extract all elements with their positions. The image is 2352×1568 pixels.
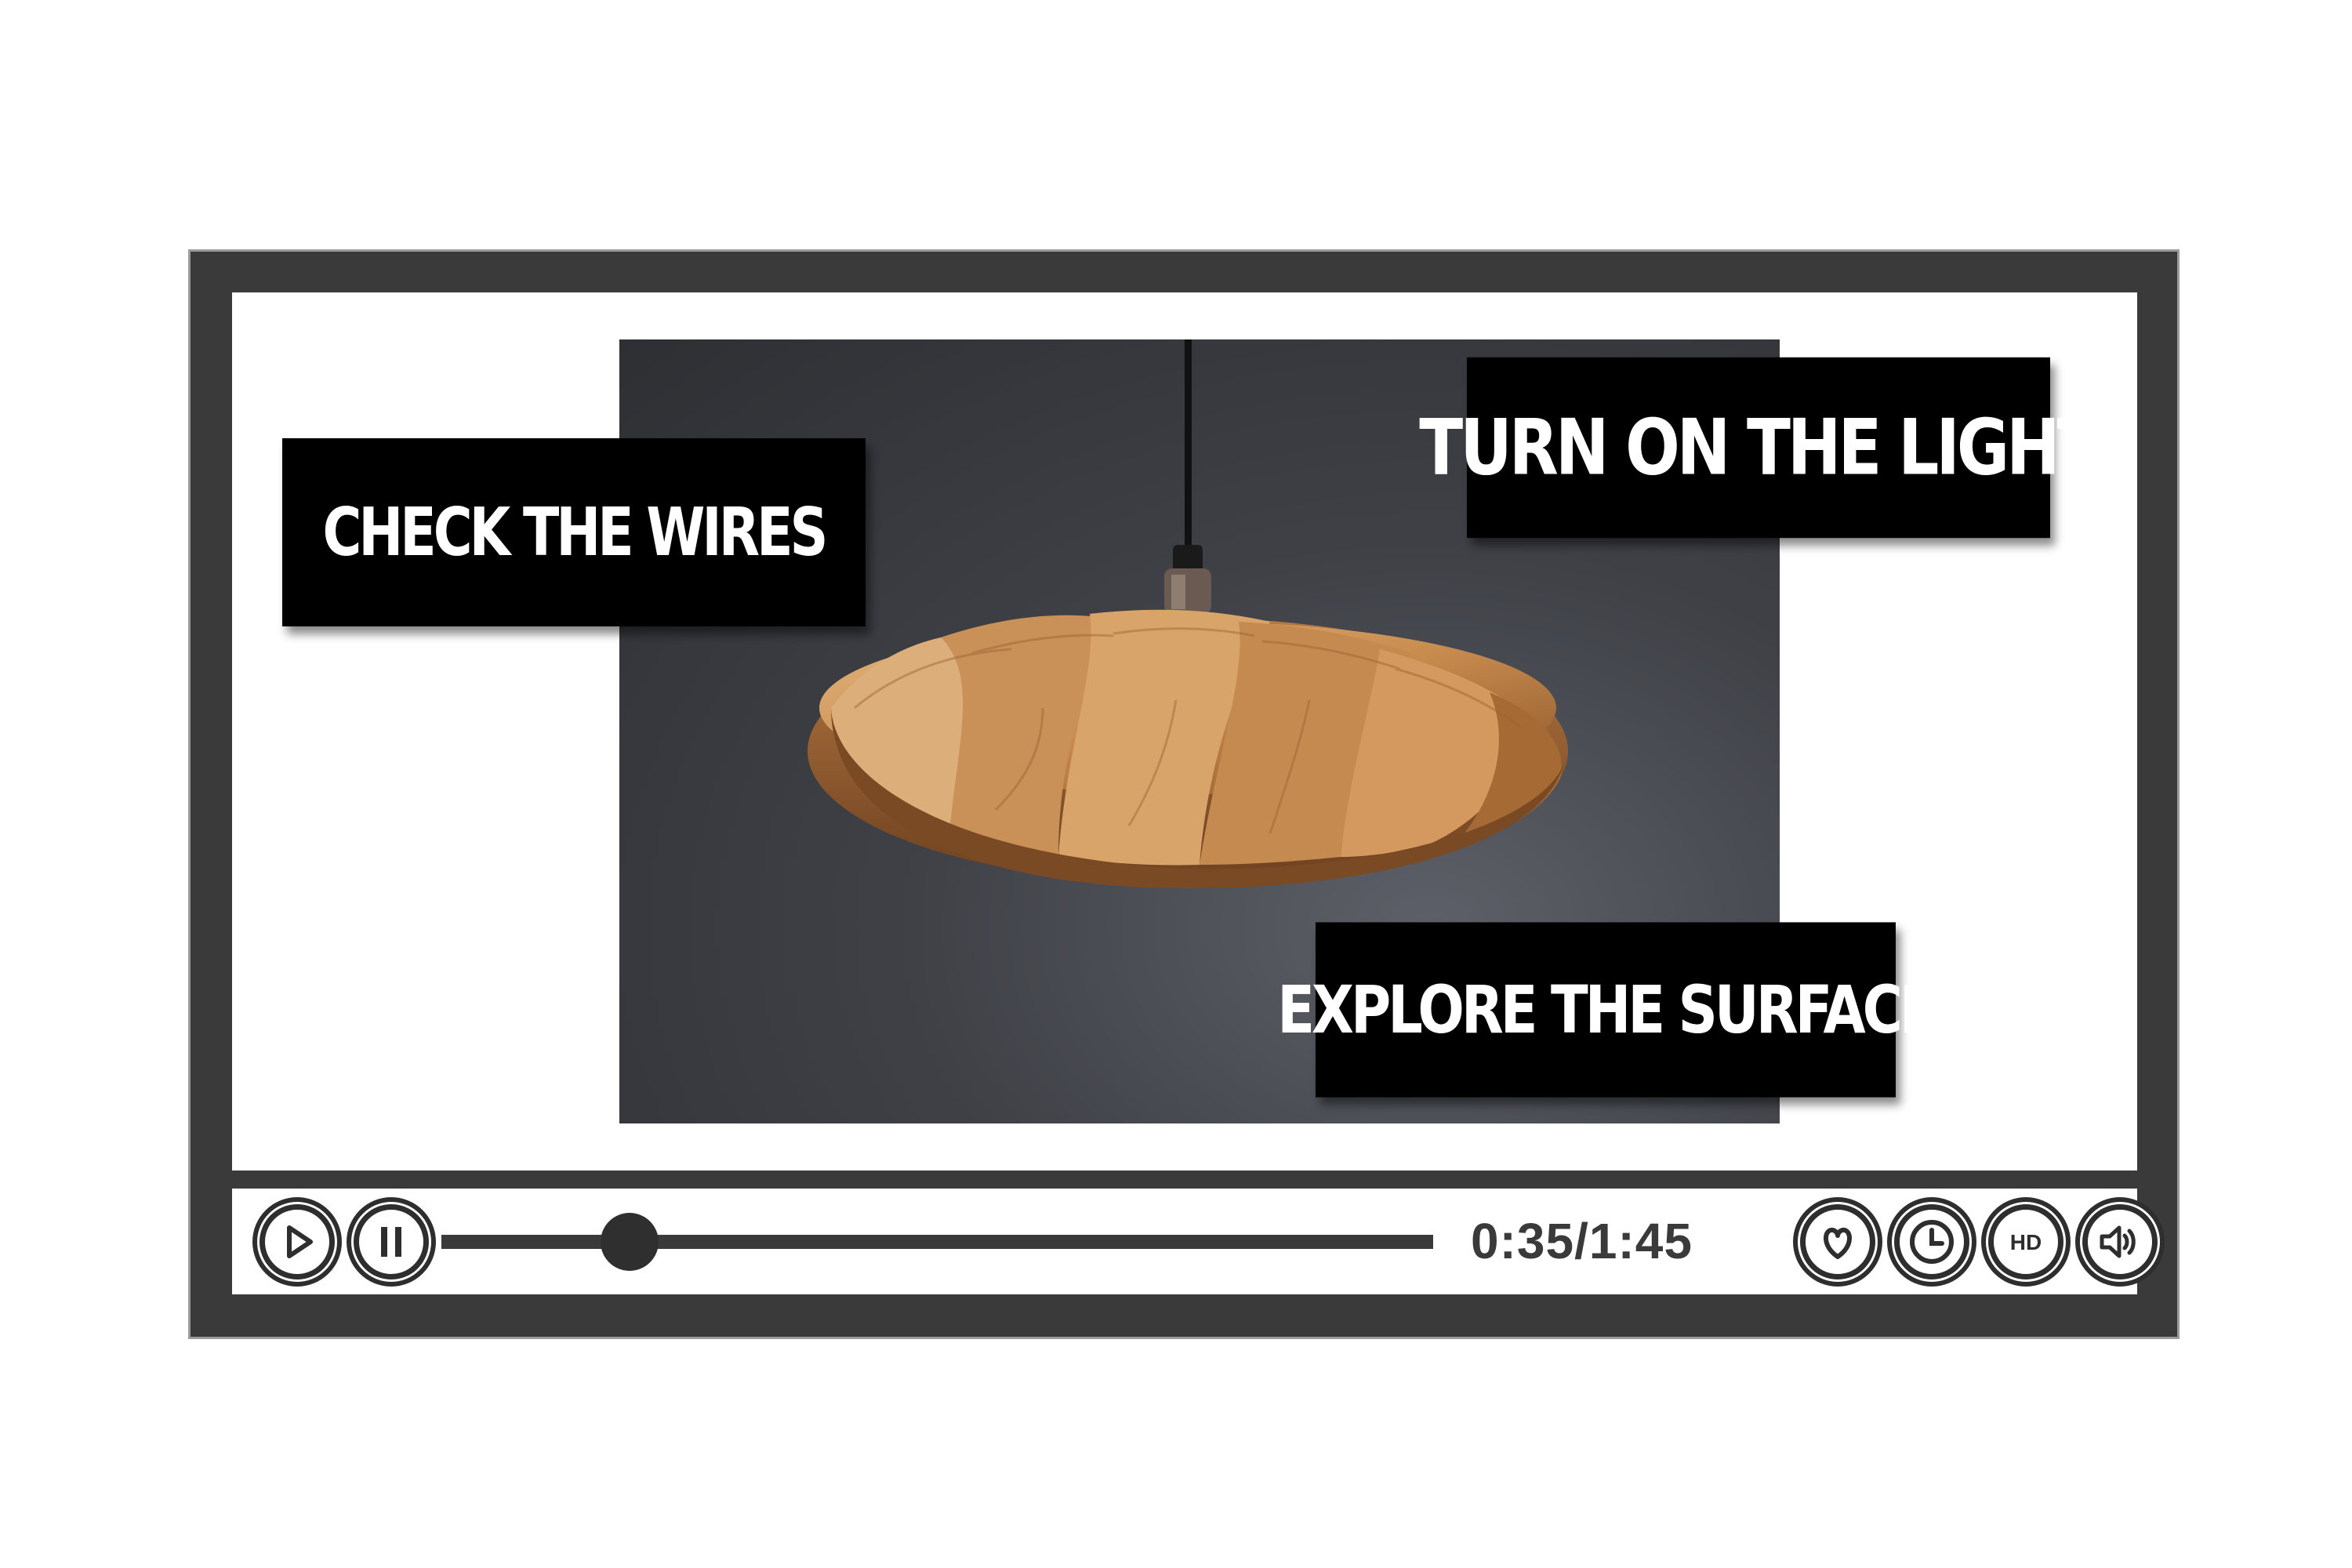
time-display: 0:35/1:45: [1471, 1213, 1693, 1269]
callout-turn-on-the-light[interactable]: Turn on the light: [1419, 357, 2101, 539]
progress-track[interactable]: [441, 1213, 1433, 1271]
pause-icon: [381, 1227, 401, 1257]
hd-label: HD: [2010, 1230, 2042, 1254]
video-screen[interactable]: CHECK THE WIRES Turn on the light EXPLOR…: [232, 292, 2137, 1171]
heart-icon: [1824, 1228, 1852, 1259]
hd-icon: HD: [2010, 1230, 2042, 1254]
player-controls: 0:35/1:45 HD: [232, 1189, 2158, 1294]
hd-button[interactable]: HD: [1988, 1204, 2063, 1279]
video-player: CHECK THE WIRES Turn on the light EXPLOR…: [188, 249, 2180, 1339]
favorite-button[interactable]: [1800, 1204, 1875, 1279]
pause-button[interactable]: [354, 1204, 429, 1279]
play-icon: [287, 1225, 313, 1258]
callout-check-the-wires[interactable]: CHECK THE WIRES: [282, 438, 866, 626]
volume-icon: [2100, 1225, 2136, 1258]
clock-icon: [1910, 1220, 1954, 1264]
callout-explore-the-surface[interactable]: EXPLORE THE SURFACE: [1277, 922, 1937, 1098]
play-button[interactable]: [260, 1204, 335, 1279]
clock-button[interactable]: [1894, 1204, 1969, 1279]
volume-button[interactable]: [2082, 1204, 2158, 1279]
progress-knob[interactable]: [601, 1213, 659, 1271]
